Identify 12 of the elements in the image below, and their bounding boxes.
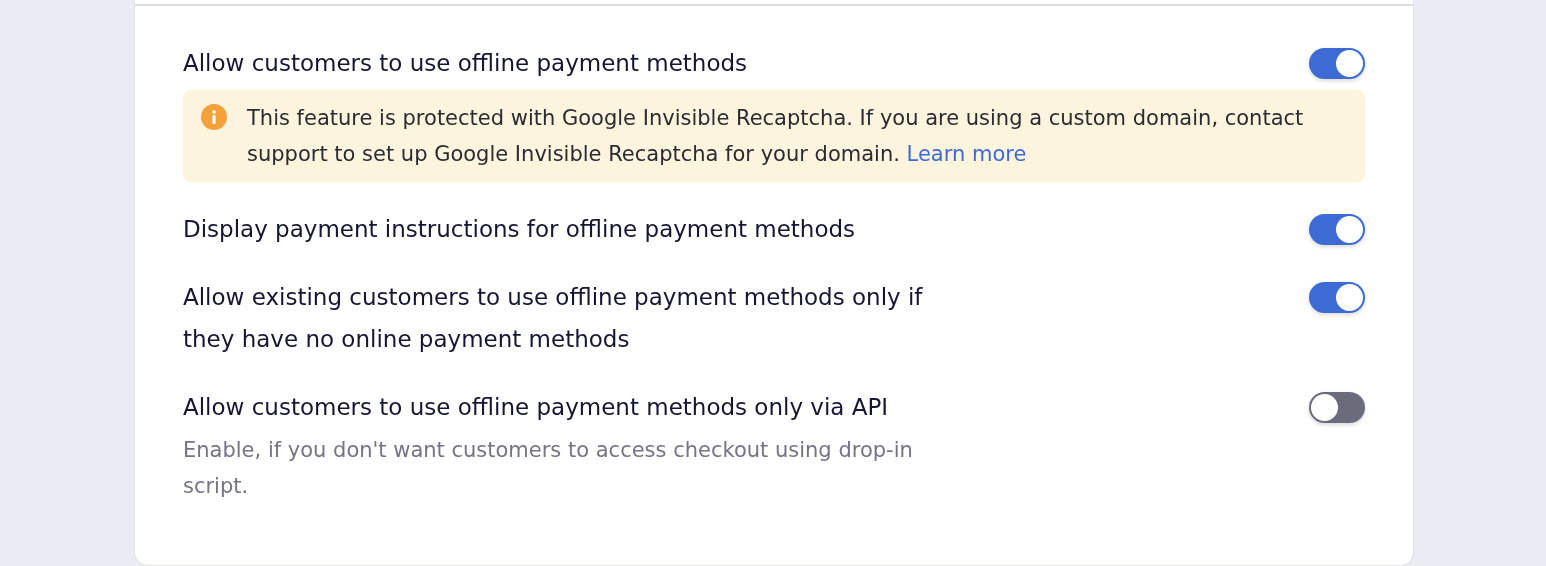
setting-description: Enable, if you don't want customers to access checkout using drop-in script. (183, 437, 914, 500)
setting-label: Allow customers to use offline payment methods (183, 49, 748, 78)
notice-text: This feature is protected with Google Invisible Recaptcha. If you are using a custom domain, contact support to set up Google Invisible Recaptcha for your domain. Learn more (247, 105, 1305, 168)
info-icon (201, 104, 227, 130)
setting-label: Allow existing customers to use offline payment methods only if they have no online payment methods (183, 283, 924, 354)
toggle-switch[interactable] (1309, 392, 1365, 423)
learn-more-link[interactable]: Learn more (906, 142, 1027, 166)
toggle-switch[interactable] (1309, 214, 1365, 245)
setting-label: Allow customers to use offline payment methods only via API (183, 393, 889, 422)
toggle-switch[interactable] (1309, 48, 1365, 79)
setting-label: Display payment instructions for offline payment methods (183, 215, 856, 244)
toggle-switch[interactable] (1309, 282, 1365, 313)
